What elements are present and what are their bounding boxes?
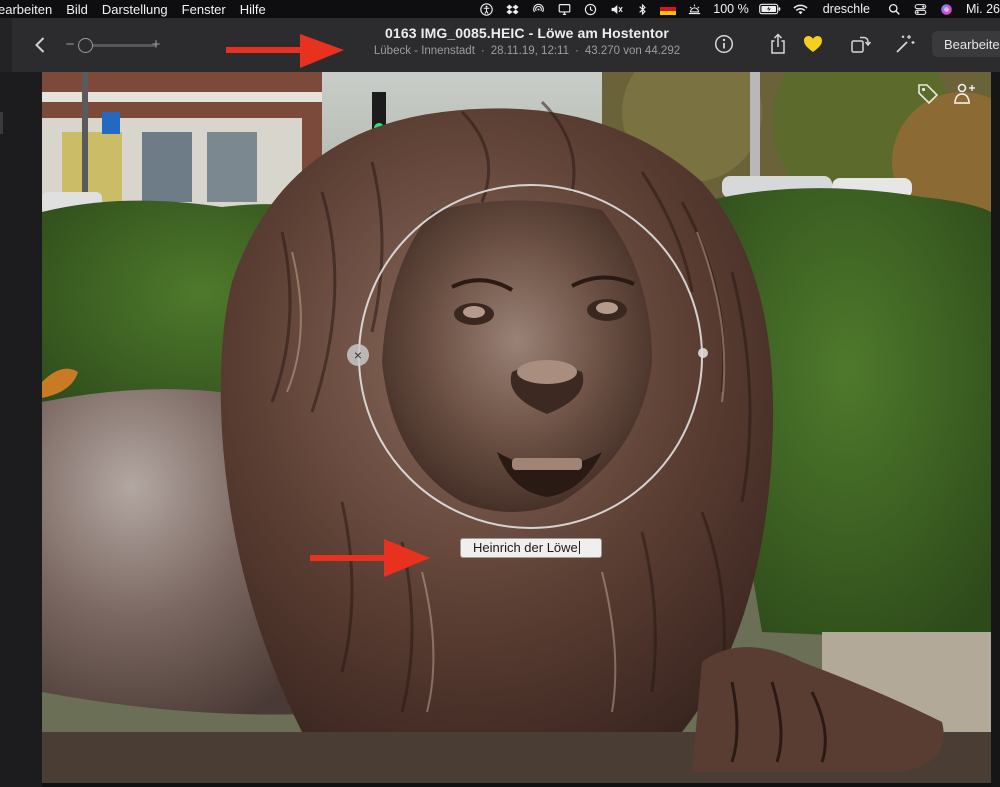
window-bottom-edge [42,783,991,787]
menu-view[interactable]: Darstellung [102,2,178,17]
rotate-button[interactable] [848,32,874,56]
text-caret [578,541,580,554]
tag-icon[interactable] [916,82,940,106]
sidebar-edge [0,72,42,787]
battery-icon[interactable] [755,0,785,18]
display-icon[interactable] [551,0,577,18]
photo-canvas[interactable]: × Heinrich der Löwe [42,72,991,783]
siri-icon[interactable] [934,0,960,18]
menu-image[interactable]: Bild [66,2,98,17]
enhance-button[interactable] [892,32,918,56]
viewer-toolbar: − + 0163 IMG_0085.HEIC - Löwe am Hostent… [12,18,1000,73]
battery-percent: 100 % [713,2,749,16]
accessibility-icon[interactable] [473,0,499,18]
face-name-text: Heinrich der Löwe [473,540,578,555]
face-resize-handle[interactable] [698,348,708,358]
back-icon [35,37,45,53]
face-remove-button[interactable]: × [347,344,369,366]
zoom-slider-knob[interactable] [78,38,93,53]
rotate-icon [851,36,872,53]
photo-position: 43.270 von 44.292 [584,45,681,57]
share-icon [771,33,785,54]
edit-button[interactable]: Bearbeiten [932,31,1000,57]
photo-location: Lübeck - Innenstadt [373,45,475,57]
photo-subtitle: Lübeck - Innenstadt · 28.11.19, 12:11 · 43.2… [342,45,712,57]
user-name[interactable]: dreschle [817,2,882,16]
face-detection-circle[interactable] [358,184,703,529]
time-machine-icon[interactable] [577,0,603,18]
magic-wand-icon [896,35,915,53]
menu-extras: 100 % dreschle Mi. 26 [473,0,1000,18]
search-icon[interactable] [882,0,908,18]
separator: · [574,45,579,57]
annotation-arrow-title [226,34,344,68]
heart-icon [804,36,822,52]
menu-help[interactable]: Hilfe [240,2,276,17]
zoom-slider[interactable] [82,44,157,47]
favorite-button[interactable] [801,32,825,56]
german-flag-icon[interactable] [655,0,681,18]
photo-datetime: 28.11.19, 12:11 [490,45,569,57]
info-icon [714,34,734,54]
face-name-field[interactable]: Heinrich der Löwe [460,538,602,558]
share-button[interactable] [766,31,790,57]
back-button[interactable] [30,34,50,56]
zoom-in-button[interactable]: + [149,34,163,54]
bluetooth-icon[interactable] [629,0,655,18]
menu-window[interactable]: Fenster [182,2,236,17]
annotation-arrow-name [310,539,430,577]
menu-edit[interactable]: earbeiten [0,2,62,17]
window-right-edge [991,72,1000,787]
dropbox-icon[interactable] [499,0,525,18]
menu-clock[interactable]: Mi. 26 [960,2,1000,16]
separator: · [480,45,485,57]
title-block: 0163 IMG_0085.HEIC - Löwe am Hostentor L… [342,25,712,57]
zoom-out-button[interactable]: − [64,34,76,54]
airdrop-icon[interactable] [525,0,551,18]
photo-title: 0163 IMG_0085.HEIC - Löwe am Hostentor [385,25,669,41]
mute-icon[interactable] [603,0,629,18]
menu-bar: earbeiten Bild Darstellung Fenster Hilfe [0,0,1000,18]
info-button[interactable] [712,32,736,56]
control-center-icon[interactable] [908,0,934,18]
sidebar-handle [0,112,3,134]
wifi-icon[interactable] [785,0,817,18]
person-icon[interactable] [950,82,976,106]
brightness-icon[interactable] [681,0,707,18]
